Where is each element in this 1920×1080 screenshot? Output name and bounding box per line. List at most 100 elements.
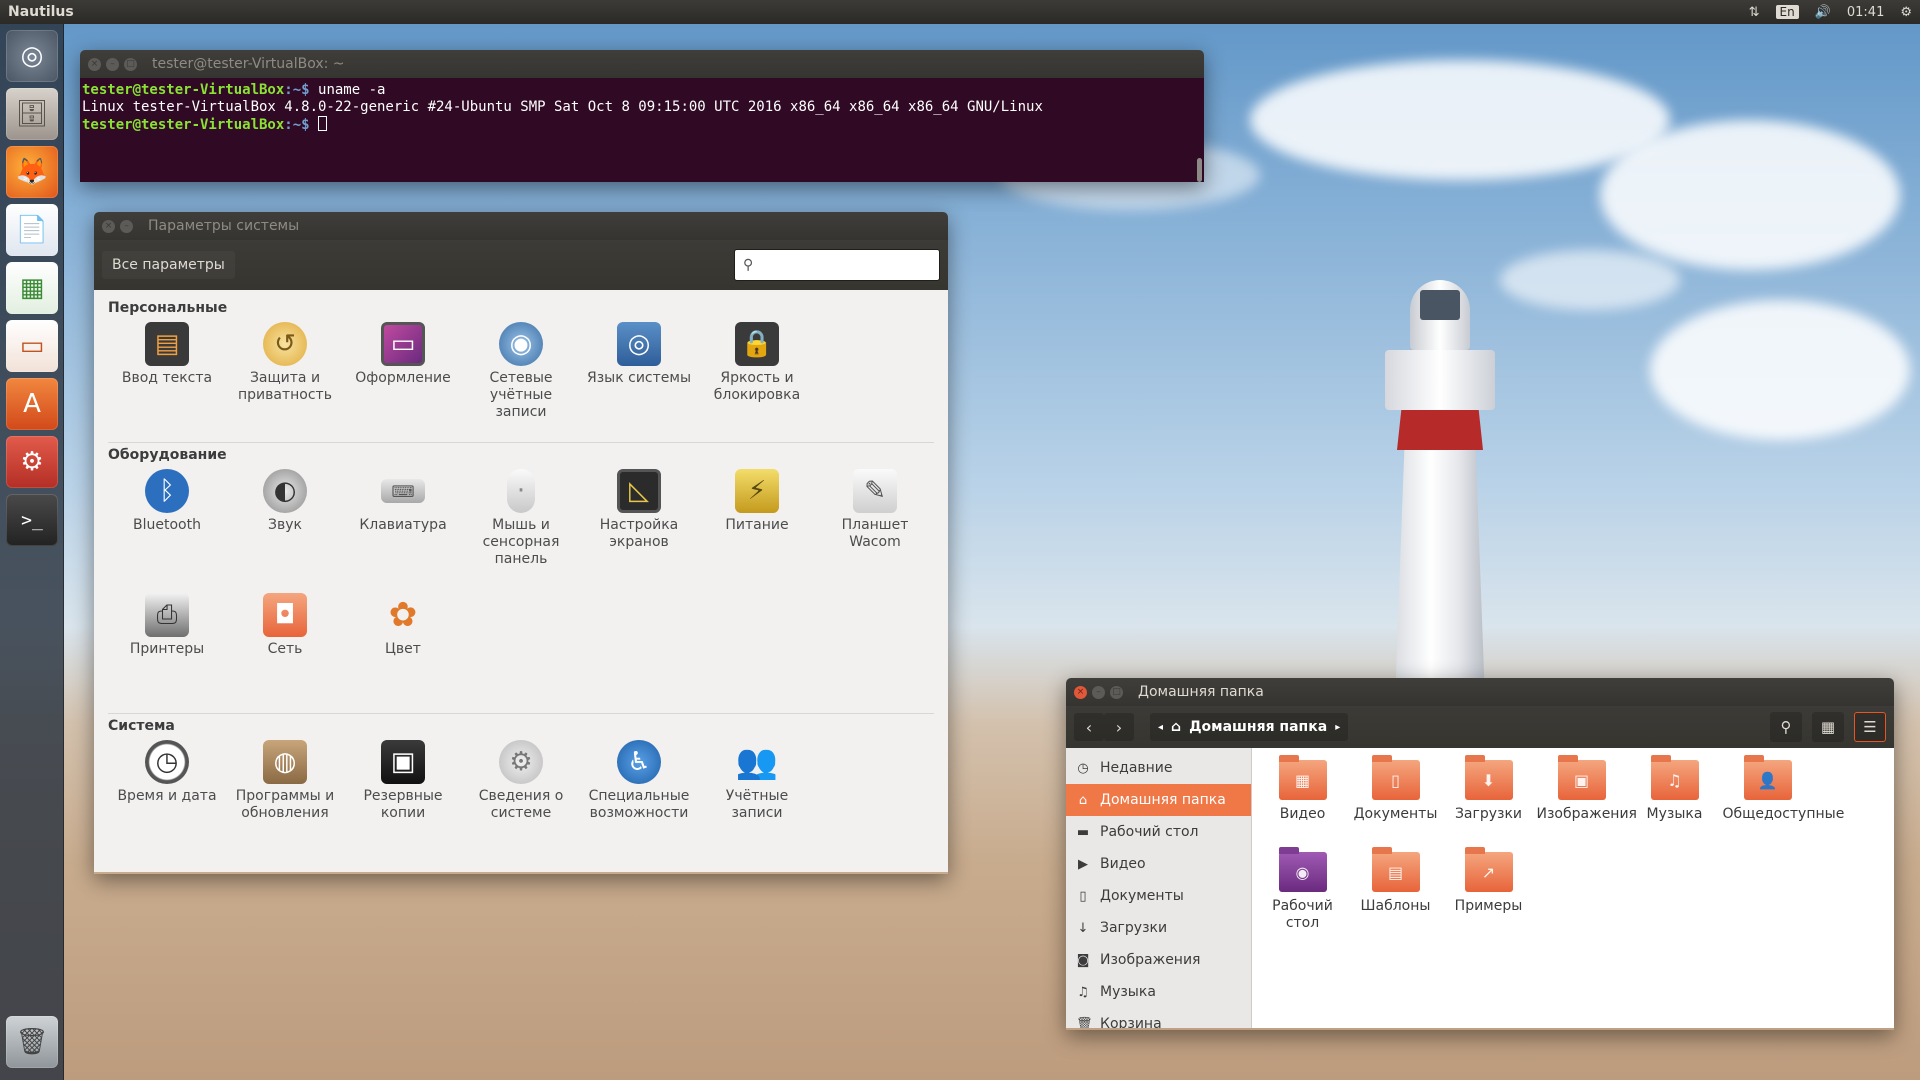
folder-public[interactable]: 👤 Общедоступные xyxy=(1721,755,1844,848)
sidebar-item-documents[interactable]: ▯ Документы xyxy=(1066,880,1251,912)
settings-search-input[interactable]: ⚲ xyxy=(734,249,940,281)
clock[interactable]: 01:41 xyxy=(1847,5,1884,20)
setting-software-updates[interactable]: ◍ Программы и обновления xyxy=(226,734,344,854)
mouse-icon: · xyxy=(507,469,535,513)
menu-button[interactable]: ☰ xyxy=(1854,712,1886,742)
path-bar[interactable]: ◂ ⌂ Домашняя папка ▸ xyxy=(1150,713,1349,741)
folder-music[interactable]: ♫ Музыка xyxy=(1628,755,1721,848)
setting-online-accounts[interactable]: ◉ Сетевые учётные записи xyxy=(462,316,580,436)
all-settings-button[interactable]: Все параметры xyxy=(102,251,235,279)
folder-downloads[interactable]: ⬇ Загрузки xyxy=(1442,755,1535,848)
film-folder-icon: ▦ xyxy=(1278,755,1327,800)
setting-time-date[interactable]: ◷ Время и дата xyxy=(108,734,226,854)
setting-keyboard[interactable]: ⌨ Клавиатура xyxy=(344,463,462,583)
minimize-icon[interactable]: – xyxy=(106,57,119,71)
sidebar-item-pictures[interactable]: ◙ Изображения xyxy=(1066,944,1251,976)
sidebar-item-recent[interactable]: ◷ Недавние xyxy=(1066,752,1251,784)
terminal-scrollbar[interactable] xyxy=(1197,158,1202,182)
caret-right-icon[interactable]: ▸ xyxy=(1335,722,1340,733)
back-button[interactable]: ‹ xyxy=(1074,713,1104,741)
setting-power[interactable]: ⚡ Питание xyxy=(698,463,816,583)
view-toggle-button[interactable]: ▦ xyxy=(1812,712,1844,742)
display-icon: ◺ xyxy=(617,469,661,513)
terminal-titlebar[interactable]: × – □ tester@tester-VirtualBox: ~ xyxy=(80,50,1204,78)
sidebar-item-music[interactable]: ♫ Музыка xyxy=(1066,976,1251,1008)
gear-icon: ⚙ xyxy=(499,740,543,784)
minimize-icon[interactable]: – xyxy=(120,219,133,233)
setting-network[interactable]: ◘ Сеть xyxy=(226,587,344,707)
close-icon[interactable]: × xyxy=(102,219,115,233)
sidebar-item-videos[interactable]: ▶ Видео xyxy=(1066,848,1251,880)
folder-examples[interactable]: ↗ Примеры xyxy=(1442,847,1535,940)
setting-color[interactable]: ✿ Цвет xyxy=(344,587,462,707)
writer-icon[interactable]: 📄 xyxy=(6,204,58,256)
sidebar-item-trash[interactable]: 🗑 Корзина xyxy=(1066,1008,1251,1028)
system-settings-icon[interactable]: ⚙ xyxy=(6,436,58,488)
volume-icon[interactable]: 🔊 xyxy=(1815,5,1831,20)
sidebar-item-home[interactable]: ⌂ Домашняя папка xyxy=(1066,784,1251,816)
firefox-icon[interactable]: 🦊 xyxy=(6,146,58,198)
pictures-folder-icon: ▣ xyxy=(1557,755,1606,800)
caret-left-icon[interactable]: ◂ xyxy=(1158,722,1163,733)
setting-sound[interactable]: ◐ Звук xyxy=(226,463,344,583)
download-folder-icon: ⬇ xyxy=(1464,755,1513,800)
folder-pictures[interactable]: ▣ Изображения xyxy=(1535,755,1637,848)
search-button[interactable]: ⚲ xyxy=(1770,712,1802,742)
terminal-output[interactable]: tester@tester-VirtualBox:~$ uname -a Linu… xyxy=(80,78,1204,182)
network-icon[interactable]: ⇅ xyxy=(1749,5,1760,20)
folder-desktop[interactable]: ◉ Рабочий стол xyxy=(1256,847,1349,940)
setting-mouse[interactable]: · Мышь и сенсорная панель xyxy=(462,463,580,583)
close-icon[interactable]: × xyxy=(88,57,101,71)
files-titlebar[interactable]: × – □ Домашняя папка xyxy=(1066,678,1894,706)
terminal-icon[interactable]: >_ xyxy=(6,494,58,546)
setting-language[interactable]: ◎ Язык системы xyxy=(580,316,698,436)
settings-titlebar[interactable]: × – Параметры системы xyxy=(94,212,948,240)
forward-button[interactable]: › xyxy=(1104,713,1134,741)
files-main: ◷ Недавние ⌂ Домашняя папка ▬ Рабочий стол … xyxy=(1066,748,1894,1028)
setting-printers[interactable]: ⎙ Принтеры xyxy=(108,587,226,707)
software-updates-icon: ◍ xyxy=(263,740,307,784)
close-icon[interactable]: × xyxy=(1074,685,1087,699)
setting-backups[interactable]: ▣ Резервные копии xyxy=(344,734,462,854)
launcher: ◎ 🗄 🦊 📄 ▦ ▭ A ⚙ >_ 🗑 xyxy=(0,24,64,1080)
templates-folder-icon: ▤ xyxy=(1371,847,1420,892)
sidebar-item-downloads[interactable]: ↓ Загрузки xyxy=(1066,912,1251,944)
folder-videos[interactable]: ▦ Видео xyxy=(1256,755,1349,848)
path-home-label[interactable]: Домашняя папка xyxy=(1189,719,1327,735)
ubuntu-software-icon[interactable]: A xyxy=(6,378,58,430)
setting-brightness-lock[interactable]: 🔒 Яркость и блокировка xyxy=(698,316,816,436)
bluetooth-icon: ᛒ xyxy=(145,469,189,513)
setting-privacy[interactable]: ↺ Защита и приватность xyxy=(226,316,344,436)
setting-accessibility[interactable]: ♿ Специальные возможности xyxy=(580,734,698,854)
color-icon: ✿ xyxy=(388,595,418,635)
setting-appearance[interactable]: ▭ Оформление xyxy=(344,316,462,436)
folder-templates[interactable]: ▤ Шаблоны xyxy=(1349,847,1442,940)
section-system-title: Система xyxy=(108,718,175,734)
camera-icon: ◙ xyxy=(1076,952,1090,968)
setting-text-entry[interactable]: ▤ Ввод текста xyxy=(108,316,226,436)
folder-documents[interactable]: ▯ Документы xyxy=(1349,755,1442,848)
files-window: × – □ Домашняя папка ‹ › ◂ ⌂ Домашняя па… xyxy=(1066,678,1894,1030)
setting-details[interactable]: ⚙ Сведения о системе xyxy=(462,734,580,854)
language-icon: ◎ xyxy=(617,322,661,366)
printer-icon: ⎙ xyxy=(145,593,189,637)
maximize-icon[interactable]: □ xyxy=(124,57,137,71)
download-icon: ↓ xyxy=(1077,920,1089,936)
sidebar-item-desktop[interactable]: ▬ Рабочий стол xyxy=(1066,816,1251,848)
sound-icon: ◐ xyxy=(263,469,307,513)
trash-icon[interactable]: 🗑 xyxy=(6,1016,58,1068)
maximize-icon[interactable]: □ xyxy=(1110,685,1123,699)
music-folder-icon: ♫ xyxy=(1650,755,1699,800)
setting-displays[interactable]: ◺ Настройка экранов xyxy=(580,463,698,583)
setting-user-accounts[interactable]: 👥 Учётные записи xyxy=(698,734,816,854)
hardware-grid: ᛒ Bluetooth ◐ Звук ⌨ Клавиатура · Мышь и сен… xyxy=(108,463,934,711)
setting-wacom[interactable]: ✎ Планшет Wacom xyxy=(816,463,934,583)
ubuntu-dash-icon[interactable]: ◎ xyxy=(6,30,58,82)
calc-icon[interactable]: ▦ xyxy=(6,262,58,314)
keyboard-layout-indicator[interactable]: En xyxy=(1775,5,1799,19)
files-icon[interactable]: 🗄 xyxy=(6,88,58,140)
setting-bluetooth[interactable]: ᛒ Bluetooth xyxy=(108,463,226,583)
gear-icon[interactable]: ⚙ xyxy=(1900,5,1912,20)
minimize-icon[interactable]: – xyxy=(1092,685,1105,699)
impress-icon[interactable]: ▭ xyxy=(6,320,58,372)
